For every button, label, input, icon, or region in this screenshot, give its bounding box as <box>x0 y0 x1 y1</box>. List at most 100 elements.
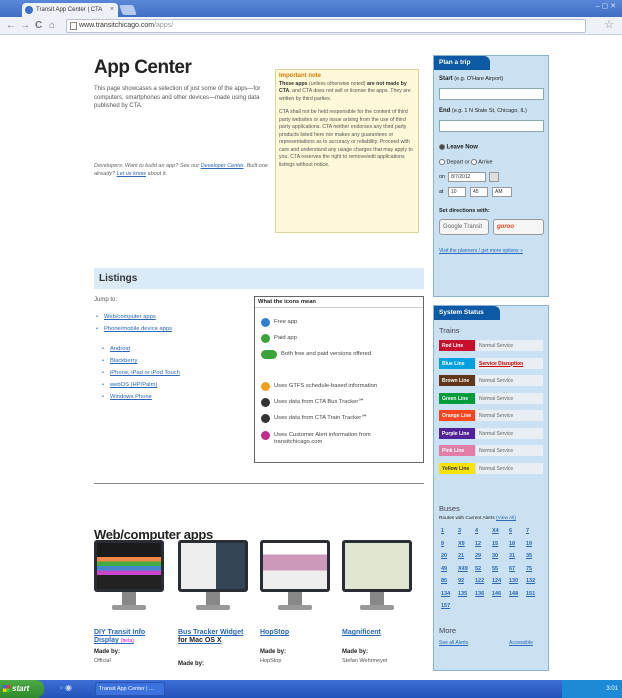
bus-route-link[interactable]: 52 <box>475 566 481 572</box>
minute-select[interactable]: 45 <box>470 187 488 197</box>
bus-route-link[interactable]: 35 <box>526 553 532 559</box>
bus-route-link[interactable]: 19 <box>526 541 532 547</box>
goroo-button[interactable]: goroo <box>493 219 544 235</box>
let-us-know-link[interactable]: Let us know <box>117 171 146 177</box>
listing-link[interactable]: webOS (HP/Palm) <box>102 382 157 388</box>
bus-route-link[interactable]: 7 <box>526 528 529 534</box>
ampm-select[interactable]: AM <box>492 187 512 197</box>
taskbar-browser-task[interactable]: Transit App Center | ... <box>95 682 165 696</box>
bus-route-link[interactable]: 151 <box>526 591 535 597</box>
bus-route-link[interactable]: 3 <box>458 528 461 534</box>
bus-route-link[interactable]: 49 <box>441 566 447 572</box>
listing-link[interactable]: Android <box>102 346 130 352</box>
bus-route-link[interactable]: 132 <box>526 578 535 584</box>
train-line-row[interactable]: Green Line Normal Service <box>439 392 543 405</box>
monitor-stand <box>122 592 136 606</box>
app-title-link[interactable]: HopStop <box>260 629 289 636</box>
date-input[interactable]: 8/7/2012 <box>448 172 486 182</box>
bus-route-link[interactable]: 12 <box>475 541 481 547</box>
developer-text: Developers: Want to build an app? See ou… <box>94 162 274 178</box>
bus-route-link[interactable]: 21 <box>458 553 464 559</box>
app-screenshot[interactable] <box>94 540 164 612</box>
reload-icon[interactable]: C <box>35 19 42 33</box>
view-all-routes-link[interactable]: (View All) <box>496 516 516 521</box>
bus-route-link[interactable]: X9 <box>458 541 465 547</box>
see-all-alerts-link[interactable]: See all Alerts <box>439 640 468 646</box>
bus-route-link[interactable]: 1 <box>441 528 444 534</box>
advanced-planner-link[interactable]: Visit the planners / get more options » <box>439 248 523 254</box>
depart-radio[interactable] <box>439 159 445 165</box>
train-line-row[interactable]: Orange Line Normal Service <box>439 410 543 422</box>
bus-route-link[interactable]: X49 <box>458 566 468 572</box>
browser-tab[interactable]: Transit App Center | CTA × <box>22 3 118 17</box>
leave-now-row[interactable]: Leave Now <box>439 144 478 150</box>
train-line-row[interactable]: Red Line Normal Service <box>439 340 543 352</box>
bus-route-link[interactable]: 122 <box>475 578 484 584</box>
bus-route-link[interactable]: 75 <box>526 566 532 572</box>
hour-select[interactable]: 10 <box>448 187 466 197</box>
bus-route-link[interactable]: 6 <box>509 528 512 534</box>
bookmark-star-icon[interactable]: ☆ <box>604 18 614 31</box>
bus-route-link[interactable]: 67 <box>509 566 515 572</box>
train-line-name: Red Line <box>439 340 475 351</box>
accessible-link[interactable]: Accessible <box>509 640 533 646</box>
app-title-link[interactable]: Bus Tracker Widget <box>178 629 243 636</box>
bus-route-link[interactable]: 85 <box>441 578 447 584</box>
train-line-row[interactable]: Pink Line Normal Service <box>439 445 543 457</box>
bus-route-link[interactable]: 135 <box>458 591 467 597</box>
app-maker: Official <box>94 658 111 664</box>
bus-route-link[interactable]: X4 <box>492 528 499 534</box>
home-icon[interactable]: ⌂ <box>49 19 55 33</box>
bus-route-link[interactable]: 134 <box>441 591 450 597</box>
listing-link[interactable]: iPhone, iPad or iPod Touch <box>102 370 180 376</box>
app-screenshot[interactable] <box>342 540 412 612</box>
bus-route-link[interactable]: 157 <box>441 603 450 609</box>
app-screenshot[interactable] <box>260 540 330 612</box>
start-button[interactable]: start <box>0 680 44 698</box>
bus-route-link[interactable]: 130 <box>509 578 518 584</box>
app-screenshot[interactable] <box>178 540 248 612</box>
train-line-row[interactable]: Brown Line Normal Service <box>439 375 543 387</box>
end-input[interactable] <box>439 120 544 132</box>
leave-now-radio[interactable] <box>439 144 445 150</box>
calendar-icon[interactable] <box>489 172 499 182</box>
or-label: or <box>464 159 470 166</box>
google-transit-button[interactable]: Google Transit <box>439 219 489 235</box>
app-title-link[interactable]: DIY Transit Info Display <box>94 629 145 644</box>
address-bar[interactable]: www.transitchicago.com/apps/ <box>66 19 586 33</box>
bus-route-link[interactable]: 55 <box>492 566 498 572</box>
bus-route-link[interactable]: 20 <box>441 553 447 559</box>
listing-link[interactable]: Phone/mobile device apps <box>96 326 172 332</box>
listing-link[interactable]: Windows Phone <box>102 394 152 400</box>
quick-launch-icons[interactable]: ◦ ◉ <box>60 683 72 692</box>
app-title-link[interactable]: Magnificent <box>342 629 381 636</box>
made-by-label: Made by: <box>342 649 369 655</box>
bus-route-link[interactable]: 124 <box>492 578 501 584</box>
tab-close-icon[interactable]: × <box>110 3 114 17</box>
forward-arrow-icon[interactable]: → <box>20 19 30 33</box>
arrive-radio[interactable] <box>471 159 477 165</box>
bus-route-link[interactable]: 4 <box>475 528 478 534</box>
bus-route-link[interactable]: 15 <box>492 541 498 547</box>
bus-route-link[interactable]: 9 <box>441 541 444 547</box>
bus-route-link[interactable]: 31 <box>509 553 515 559</box>
train-line-row[interactable]: Blue Line Service Disruption <box>439 357 543 370</box>
bus-route-link[interactable]: 148 <box>509 591 518 597</box>
developer-center-link[interactable]: Developer Center <box>201 163 244 169</box>
bus-route-link[interactable]: 146 <box>492 591 501 597</box>
back-arrow-icon[interactable]: ← <box>6 19 16 33</box>
bus-route-link[interactable]: 29 <box>475 553 481 559</box>
bus-route-link[interactable]: 18 <box>509 541 515 547</box>
app-screen <box>263 543 327 589</box>
new-tab-button[interactable] <box>119 5 137 15</box>
listing-link[interactable]: Web/computer apps <box>96 314 156 320</box>
listing-link[interactable]: Blackberry <box>102 358 138 364</box>
bus-route-link[interactable]: 30 <box>492 553 498 559</box>
train-line-row[interactable]: Yellow Line Normal Service <box>439 462 543 475</box>
bus-route-link[interactable]: 92 <box>458 578 464 584</box>
start-input[interactable] <box>439 88 544 100</box>
train-line-status[interactable]: Service Disruption <box>476 357 543 369</box>
bus-route-link[interactable]: 136 <box>475 591 484 597</box>
train-line-row[interactable]: Purple Line Normal Service <box>439 427 543 440</box>
window-controls[interactable]: – ▢ ✕ <box>596 2 616 10</box>
